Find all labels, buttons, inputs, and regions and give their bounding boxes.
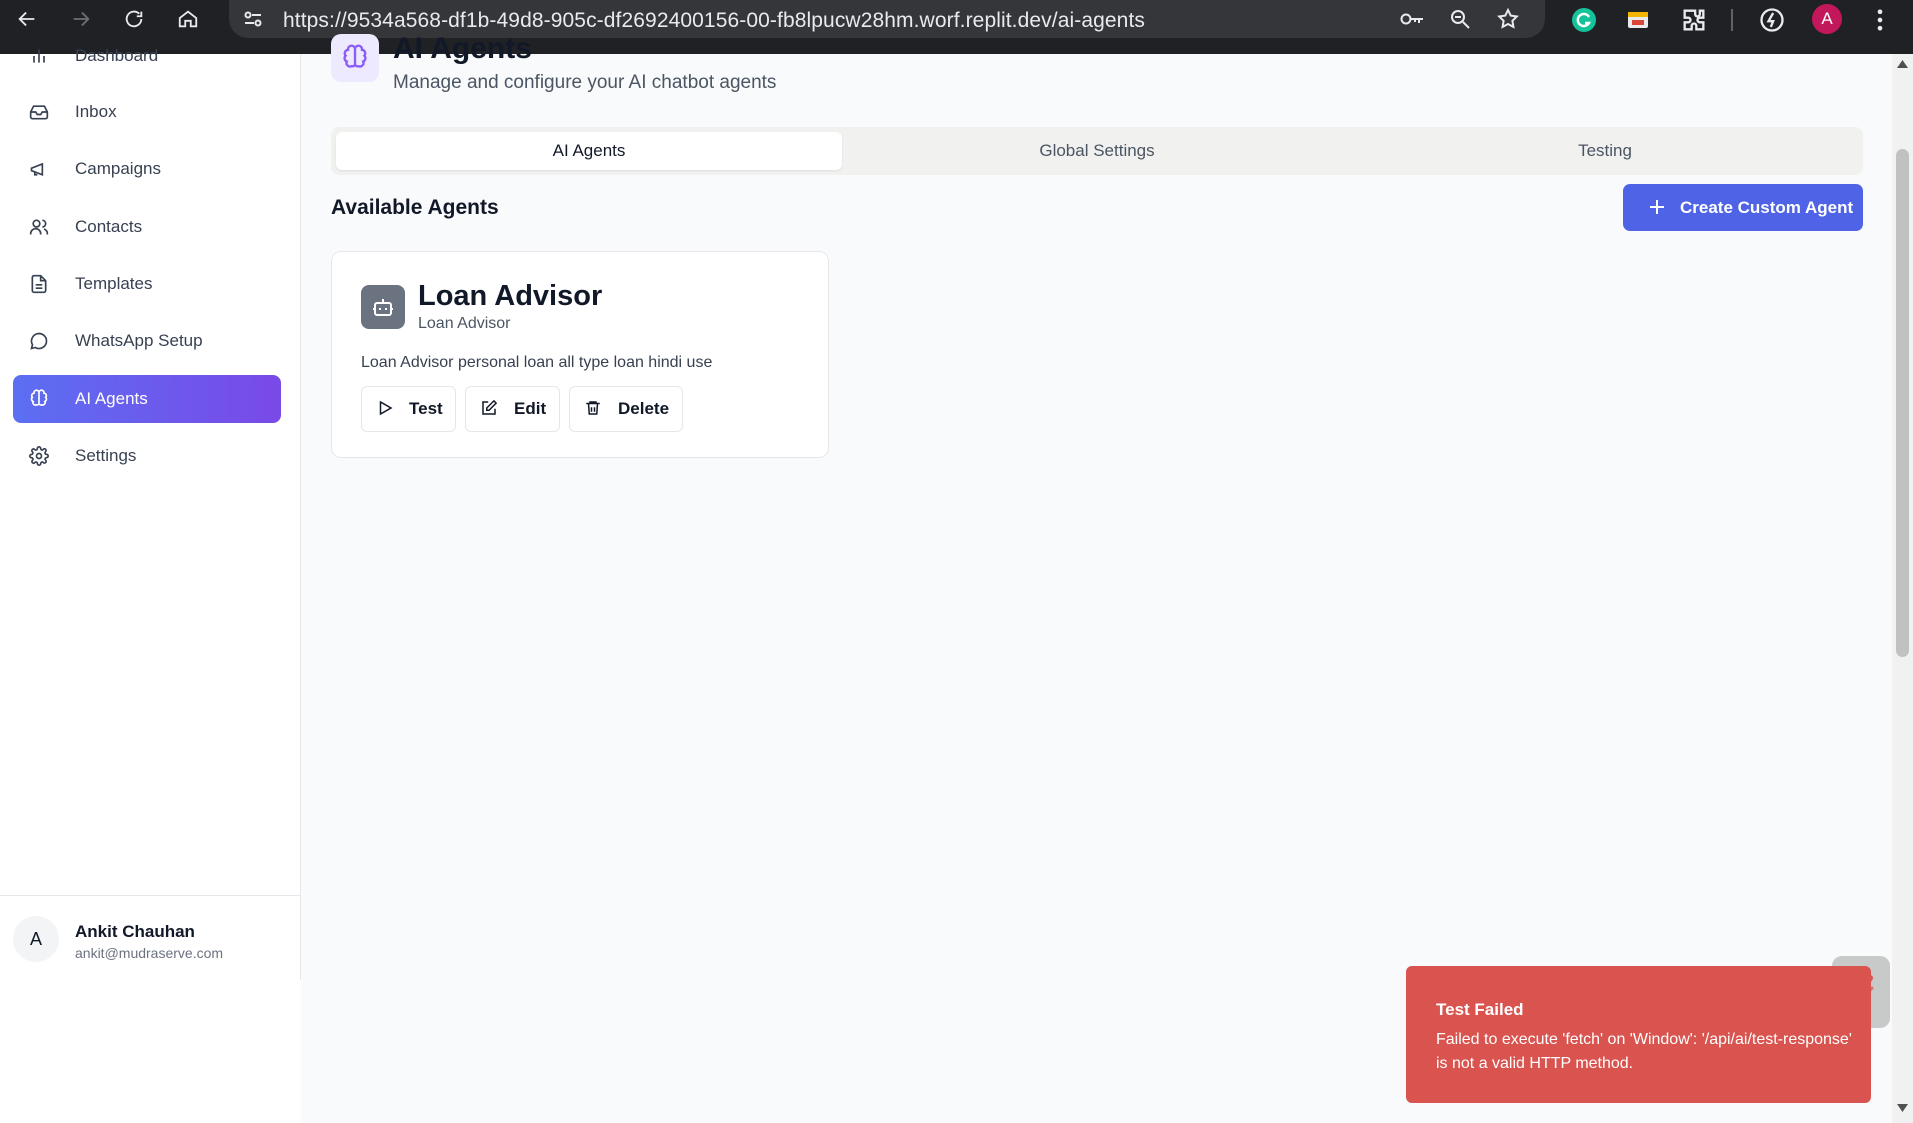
sidebar-item-label: WhatsApp Setup <box>75 331 203 350</box>
test-button[interactable]: Test <box>361 386 456 432</box>
main-content: AI Agents Manage and configure your AI c… <box>301 32 1892 1123</box>
puzzle-extensions-icon[interactable] <box>1680 6 1708 34</box>
toast-title: Test Failed <box>1436 1000 1524 1019</box>
url-text[interactable]: https://9534a568-df1b-49d8-905c-df269240… <box>283 9 1145 33</box>
menu-kebab-icon[interactable] <box>1866 6 1894 34</box>
message-circle-icon <box>29 331 49 351</box>
site-settings-icon[interactable] <box>241 7 265 31</box>
users-icon <box>29 217 49 237</box>
bot-icon <box>361 285 405 329</box>
page-scrollbar[interactable] <box>1892 54 1913 1123</box>
profile-avatar[interactable]: A <box>1812 4 1842 34</box>
tab-ai-agents[interactable]: AI Agents <box>336 132 842 170</box>
sidebar-bottom-space <box>0 980 300 1123</box>
tab-testing[interactable]: Testing <box>1352 132 1858 170</box>
avatar: A <box>13 916 59 962</box>
tab-global-settings[interactable]: Global Settings <box>844 132 1350 170</box>
sidebar-item-dashboard[interactable]: Dashboard <box>13 32 281 80</box>
browser-toolbar: https://9534a568-df1b-49d8-905c-df269240… <box>0 0 1913 54</box>
sidebar-item-label: Inbox <box>75 102 117 121</box>
delete-button-label: Delete <box>618 399 670 418</box>
create-custom-agent-button[interactable]: Create Custom Agent <box>1623 184 1863 231</box>
sidebar-item-contacts[interactable]: Contacts <box>13 203 281 251</box>
sidebar-item-ai-agents[interactable]: AI Agents <box>13 375 281 423</box>
agent-role: Loan Advisor <box>418 315 511 332</box>
sidebar-item-label: Contacts <box>75 217 143 236</box>
bar-chart-icon <box>29 46 49 66</box>
page-title: AI Agents <box>393 32 532 65</box>
trash-icon <box>584 399 602 422</box>
sidebar-item-campaigns[interactable]: Campaigns <box>13 145 281 193</box>
toolbar-divider <box>1731 9 1733 31</box>
sidebar-item-label: AI Agents <box>75 389 148 408</box>
sidebar-item-templates[interactable]: Templates <box>13 260 281 308</box>
error-toast[interactable]: Test Failed Failed to execute 'fetch' on… <box>1406 966 1871 1103</box>
user-email: ankit@mudraserve.com <box>75 945 224 961</box>
agent-card: Loan Advisor Loan Advisor Loan Advisor p… <box>331 251 829 458</box>
gear-icon <box>29 446 49 466</box>
password-key-icon[interactable] <box>1399 7 1425 31</box>
sidebar-item-label: Settings <box>75 446 137 465</box>
extension-icon[interactable] <box>1624 6 1652 34</box>
toast-message: Failed to execute 'fetch' on 'Window': '… <box>1436 1031 1852 1072</box>
agent-description: Loan Advisor personal loan all type loan… <box>361 354 713 371</box>
sidebar-item-settings[interactable]: Settings <box>13 432 281 480</box>
edit-button-label: Edit <box>514 399 547 418</box>
megaphone-icon <box>29 159 49 179</box>
edit-icon <box>480 399 498 422</box>
user-name: Ankit Chauhan <box>75 922 195 941</box>
brain-icon <box>29 389 49 409</box>
user-profile[interactable]: A Ankit Chauhan ankit@mudraserve.com <box>0 895 300 981</box>
sidebar: Dashboard Inbox Campaigns Contacts Templ… <box>0 46 301 981</box>
file-text-icon <box>29 274 49 294</box>
bookmark-star-icon[interactable] <box>1496 7 1520 31</box>
agent-name: Loan Advisor <box>418 280 603 312</box>
page-brain-icon <box>331 34 379 82</box>
tab-list: AI Agents Global Settings Testing <box>331 127 1863 175</box>
scroll-up-icon[interactable] <box>1897 60 1908 68</box>
delete-button[interactable]: Delete <box>569 386 683 432</box>
inbox-icon <box>29 102 49 122</box>
sidebar-item-label: Dashboard <box>75 46 159 65</box>
section-title: Available Agents <box>331 196 499 219</box>
page-subtitle: Manage and configure your AI chatbot age… <box>393 72 777 93</box>
sidebar-item-label: Campaigns <box>75 159 161 178</box>
speed-icon[interactable] <box>1758 6 1786 34</box>
scroll-down-icon[interactable] <box>1897 1104 1908 1112</box>
zoom-icon[interactable] <box>1448 7 1472 31</box>
scrollbar-thumb[interactable] <box>1896 149 1909 657</box>
sidebar-item-inbox[interactable]: Inbox <box>13 88 281 136</box>
play-icon <box>376 399 394 422</box>
plus-icon <box>1645 195 1669 224</box>
sidebar-item-label: Templates <box>75 274 153 293</box>
create-custom-agent-label: Create Custom Agent <box>1680 198 1854 217</box>
test-button-label: Test <box>409 399 443 418</box>
sidebar-item-whatsapp-setup[interactable]: WhatsApp Setup <box>13 317 281 365</box>
edit-button[interactable]: Edit <box>465 386 560 432</box>
grammarly-icon[interactable] <box>1570 6 1598 34</box>
